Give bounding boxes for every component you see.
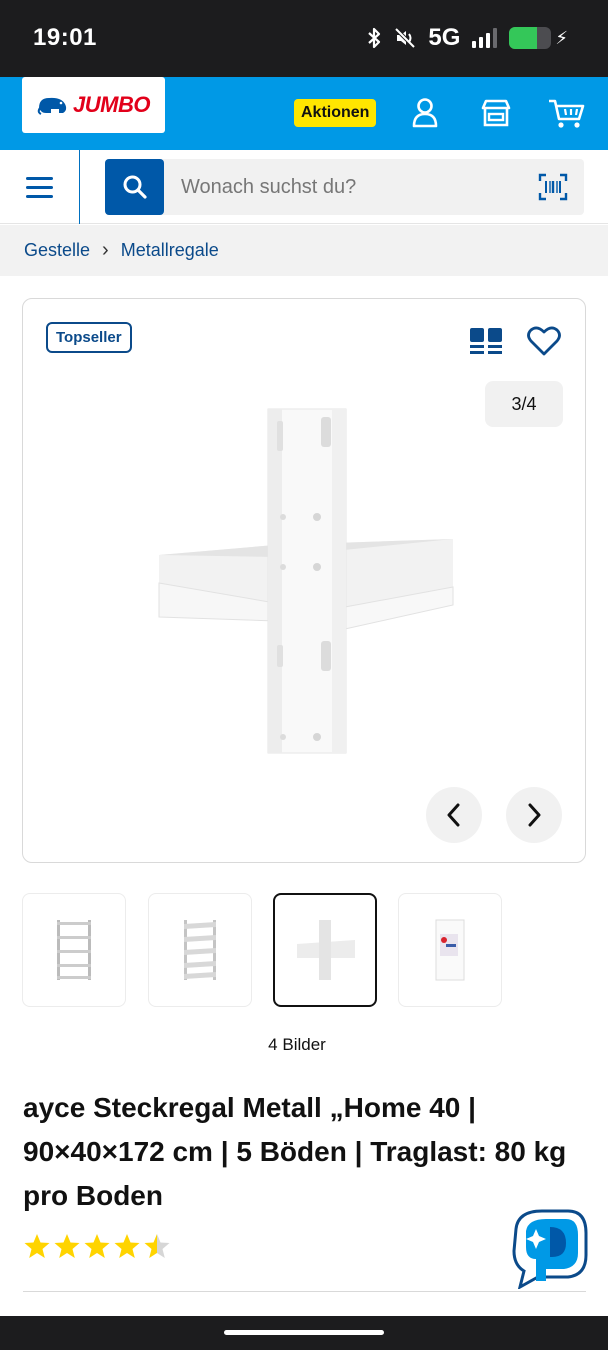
elephant-logo-icon <box>37 97 67 115</box>
breadcrumb: Gestelle › Metallregale <box>0 225 608 276</box>
divider <box>23 1291 586 1292</box>
product-title: ayce Steckregal Metall „Home 40 | 90×40×… <box>23 1092 567 1211</box>
network-type: 5G <box>428 24 461 51</box>
shelf-detail-icon <box>297 920 355 980</box>
hamburger-icon-line <box>26 194 53 198</box>
image-count-label: 4 Bilder <box>268 1035 326 1054</box>
status-bar: 19:01 5G ⚡ <box>0 0 608 77</box>
menu-button[interactable] <box>0 150 80 224</box>
topseller-badge: Topseller <box>46 322 132 353</box>
chevron-right-icon: › <box>102 239 109 261</box>
signal-icon <box>472 28 498 48</box>
home-indicator-bar <box>0 1316 608 1350</box>
brand-name: JUMBO <box>73 92 150 117</box>
search-input[interactable] <box>181 159 521 215</box>
search-box <box>105 159 584 215</box>
status-icons: 5G ⚡ <box>366 24 568 52</box>
hamburger-icon-line <box>26 176 53 180</box>
shelf-side-view-icon <box>184 920 216 980</box>
compare-icon[interactable] <box>469 327 503 355</box>
charging-icon: ⚡ <box>555 27 568 48</box>
thumbnail-4[interactable] <box>398 893 502 1007</box>
package-box-icon <box>435 919 465 981</box>
product-gallery: Topseller 3/4 <box>22 298 586 863</box>
mute-icon <box>394 27 416 49</box>
thumbnail-3[interactable] <box>273 893 377 1007</box>
search-icon <box>123 175 147 199</box>
hamburger-icon-line <box>26 185 53 189</box>
star-icon <box>144 1234 170 1258</box>
battery-icon <box>509 27 552 49</box>
store-icon[interactable] <box>478 95 514 131</box>
product-image <box>158 408 454 754</box>
home-indicator[interactable] <box>224 1330 384 1335</box>
site-header: JUMBO Aktionen <box>0 77 608 150</box>
thumbnail-1[interactable] <box>22 893 126 1007</box>
image-counter: 3/4 <box>485 381 563 427</box>
shelf-assembled-icon <box>57 920 91 980</box>
star-icon <box>114 1234 140 1258</box>
search-button[interactable] <box>105 159 164 215</box>
star-icon <box>84 1234 110 1258</box>
breadcrumb-link-metallregale[interactable]: Metallregale <box>121 240 219 261</box>
breadcrumb-link-gestelle[interactable]: Gestelle <box>24 240 90 261</box>
heart-icon[interactable] <box>527 325 561 357</box>
status-time: 19:01 <box>33 24 97 51</box>
account-icon[interactable] <box>407 95 443 131</box>
previous-image-button[interactable] <box>426 787 482 843</box>
bluetooth-icon <box>368 27 381 49</box>
search-row <box>0 150 608 224</box>
barcode-scan-icon[interactable] <box>538 173 568 201</box>
promotions-button[interactable]: Aktionen <box>294 99 377 127</box>
star-rating[interactable] <box>23 1232 171 1260</box>
chevron-left-icon <box>447 803 460 827</box>
thumbnail-2[interactable] <box>148 893 252 1007</box>
next-image-button[interactable] <box>506 787 562 843</box>
chevron-right-icon <box>528 803 541 827</box>
star-icon <box>54 1234 80 1258</box>
star-icon <box>24 1234 50 1258</box>
jumbo-logo[interactable]: JUMBO <box>22 77 165 133</box>
shopping-assistant-icon[interactable] <box>506 1207 590 1289</box>
cart-icon[interactable] <box>547 95 587 131</box>
